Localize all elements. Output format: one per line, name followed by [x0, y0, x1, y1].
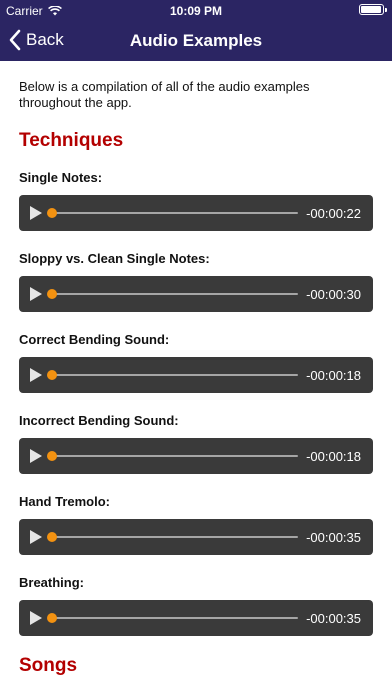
remaining-time: -00:00:35	[306, 530, 361, 545]
play-icon[interactable]	[28, 610, 44, 626]
audio-item-label: Sloppy vs. Clean Single Notes:	[19, 251, 210, 266]
section-title-songs: Songs	[19, 655, 78, 676]
remaining-time: -00:00:18	[306, 449, 361, 464]
play-icon[interactable]	[28, 448, 44, 464]
progress-thumb[interactable]	[47, 532, 57, 542]
progress-thumb[interactable]	[47, 613, 57, 623]
status-bar: Carrier 10:09 PM	[0, 0, 392, 20]
battery-icon	[359, 4, 387, 15]
top-bar: Carrier 10:09 PM Back Audio Examples	[0, 0, 392, 61]
progress-thumb[interactable]	[47, 208, 57, 218]
audio-player: -00:00:22	[19, 195, 373, 231]
progress-track[interactable]	[50, 374, 298, 376]
audio-item-label: Single Notes:	[19, 170, 103, 185]
play-icon[interactable]	[28, 367, 44, 383]
navigation-bar: Back Audio Examples	[0, 20, 392, 61]
remaining-time: -00:00:30	[306, 287, 361, 302]
audio-player: -00:00:35	[19, 600, 373, 636]
content-area: Below is a compilation of all of the aud…	[19, 79, 374, 636]
play-icon[interactable]	[28, 205, 44, 221]
remaining-time: -00:00:18	[306, 368, 361, 383]
play-icon[interactable]	[28, 529, 44, 545]
intro-text: Below is a compilation of all of the aud…	[19, 79, 310, 110]
progress-track[interactable]	[50, 455, 298, 457]
progress-thumb[interactable]	[47, 451, 57, 461]
page-title: Audio Examples	[129, 31, 263, 50]
audio-item-label: Breathing:	[19, 575, 84, 590]
remaining-time: -00:00:35	[306, 611, 361, 626]
progress-thumb[interactable]	[47, 289, 57, 299]
audio-item-label: Hand Tremolo:	[19, 494, 111, 509]
progress-thumb[interactable]	[47, 370, 57, 380]
audio-item-label: Correct Bending Sound:	[19, 332, 170, 347]
remaining-time: -00:00:22	[306, 206, 361, 221]
audio-player: -00:00:35	[19, 519, 373, 555]
play-icon[interactable]	[28, 286, 44, 302]
section-title-techniques: Techniques	[19, 130, 124, 151]
audio-item-label: Incorrect Bending Sound:	[19, 413, 179, 428]
audio-player: -00:00:18	[19, 357, 373, 393]
audio-player: -00:00:30	[19, 276, 373, 312]
status-time: 10:09 PM	[169, 4, 223, 18]
audio-player: -00:00:18	[19, 438, 373, 474]
progress-track[interactable]	[50, 617, 298, 619]
progress-track[interactable]	[50, 536, 298, 538]
progress-track[interactable]	[50, 293, 298, 295]
progress-track[interactable]	[50, 212, 298, 214]
